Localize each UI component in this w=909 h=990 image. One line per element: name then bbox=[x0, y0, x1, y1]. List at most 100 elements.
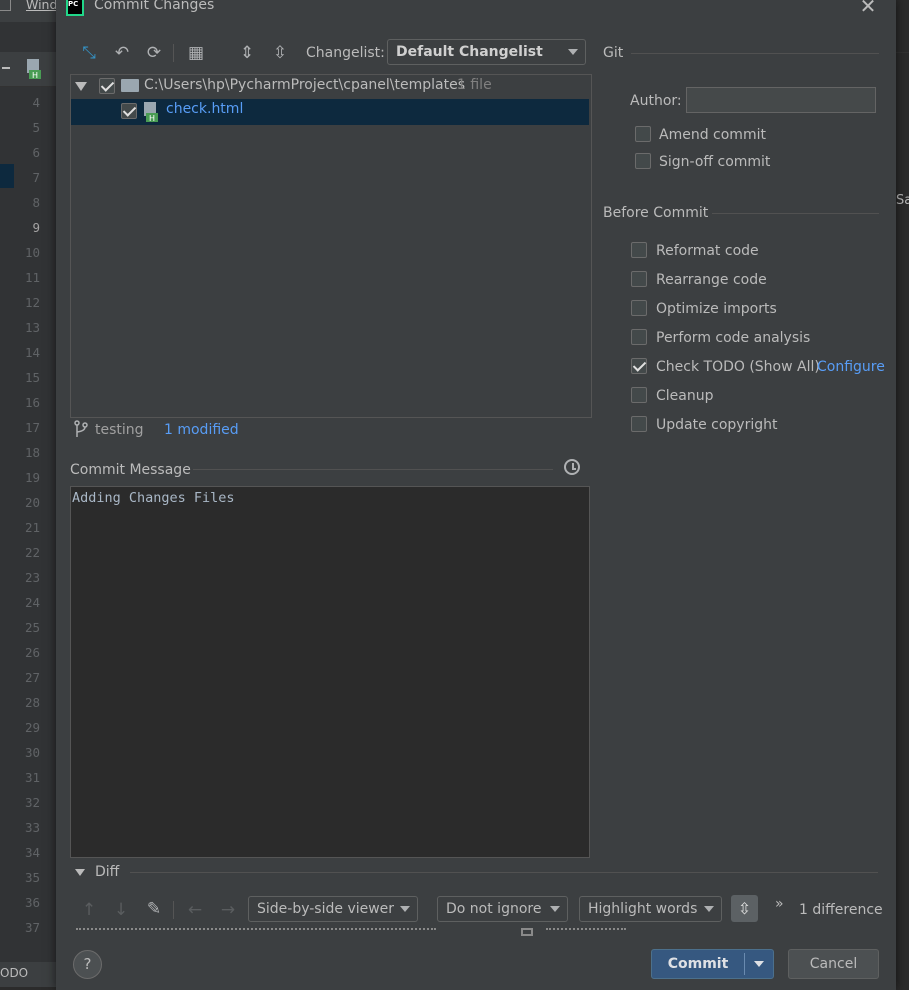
expand-arrow-icon[interactable] bbox=[75, 82, 87, 91]
changelist-dropdown[interactable]: Default Changelist bbox=[387, 39, 586, 65]
option-label[interactable]: Rearrange code bbox=[656, 272, 767, 288]
line-number: 13 bbox=[24, 320, 40, 335]
diff-content-clipped bbox=[76, 928, 876, 936]
modified-link[interactable]: 1 modified bbox=[164, 422, 239, 438]
option-checkbox[interactable] bbox=[631, 387, 647, 403]
option-label[interactable]: Optimize imports bbox=[656, 301, 777, 317]
todo-tool-tab[interactable]: ODO bbox=[0, 966, 28, 980]
line-number: 24 bbox=[24, 595, 40, 610]
previous-difference-icon[interactable]: ↑ bbox=[78, 899, 100, 921]
next-difference-icon[interactable]: ↓ bbox=[110, 899, 132, 921]
option-label[interactable]: Update copyright bbox=[656, 417, 777, 433]
group-by-icon[interactable]: ▦ bbox=[185, 42, 207, 64]
before-commit-label: Before Commit bbox=[603, 205, 709, 221]
more-actions-icon[interactable]: » bbox=[775, 896, 784, 912]
option-checkbox[interactable] bbox=[631, 271, 647, 287]
file-name: check.html bbox=[166, 101, 244, 117]
changelist-label: Changelist: bbox=[306, 45, 385, 61]
line-number: 28 bbox=[24, 695, 40, 710]
option-checkbox[interactable] bbox=[631, 242, 647, 258]
line-number: 15 bbox=[24, 370, 40, 385]
previous-file-icon[interactable]: ← bbox=[184, 899, 206, 921]
option-checkbox[interactable] bbox=[631, 329, 647, 345]
close-icon[interactable]: ✕ bbox=[858, 0, 878, 16]
file-row[interactable]: H check.html bbox=[71, 99, 589, 125]
author-input[interactable] bbox=[686, 87, 876, 113]
svg-text:H: H bbox=[149, 114, 155, 123]
file-checkbox[interactable] bbox=[121, 103, 137, 119]
root-checkbox[interactable] bbox=[99, 78, 115, 94]
collapse-unchanged-icon[interactable]: ⇳ bbox=[731, 895, 758, 922]
edit-source-icon[interactable]: ✎ bbox=[143, 898, 165, 920]
option-label[interactable]: Perform code analysis bbox=[656, 330, 810, 346]
commit-options-button[interactable] bbox=[745, 950, 773, 978]
line-number: 16 bbox=[24, 395, 40, 410]
branch-icon bbox=[74, 420, 88, 438]
line-number: 17 bbox=[24, 420, 40, 435]
line-number: 14 bbox=[24, 345, 40, 360]
chevron-down-icon bbox=[568, 49, 578, 55]
root-path: C:\Users\hp\PycharmProject\cpanel\templa… bbox=[144, 77, 465, 93]
html-file-icon: H bbox=[143, 101, 161, 123]
line-number: 20 bbox=[24, 495, 40, 510]
next-file-icon[interactable]: → bbox=[217, 899, 239, 921]
option-checkbox[interactable] bbox=[631, 416, 647, 432]
option-label[interactable]: Reformat code bbox=[656, 243, 759, 259]
line-number: 29 bbox=[24, 720, 40, 735]
signoff-commit-label[interactable]: Sign-off commit bbox=[659, 154, 770, 170]
line-number: 31 bbox=[24, 770, 40, 785]
line-number: 18 bbox=[24, 445, 40, 460]
history-icon[interactable] bbox=[564, 459, 580, 475]
option-checkbox[interactable] bbox=[631, 358, 647, 374]
line-number: 30 bbox=[24, 745, 40, 760]
option-checkbox[interactable] bbox=[631, 300, 647, 316]
commit-message-editor[interactable]: Adding Changes Files bbox=[70, 486, 590, 858]
line-number: 9 bbox=[32, 220, 40, 235]
rollback-icon[interactable]: ↶ bbox=[111, 42, 133, 64]
signoff-commit-checkbox[interactable] bbox=[635, 153, 651, 169]
chevron-down-icon bbox=[550, 906, 560, 912]
collapse-all-icon[interactable]: ⇳ bbox=[269, 42, 291, 64]
line-number: 34 bbox=[24, 845, 40, 860]
expand-all-icon[interactable]: ⇕ bbox=[236, 42, 258, 64]
line-number: 23 bbox=[24, 570, 40, 585]
line-number: 7 bbox=[32, 170, 40, 185]
ignore-value: Do not ignore bbox=[446, 901, 542, 917]
line-number: 37 bbox=[24, 920, 40, 935]
git-section-label: Git bbox=[603, 45, 624, 61]
minimize-icon[interactable] bbox=[2, 67, 10, 69]
diff-collapse-icon[interactable] bbox=[75, 869, 85, 876]
folder-icon bbox=[121, 79, 139, 92]
help-button[interactable]: ? bbox=[73, 950, 102, 979]
line-number: 4 bbox=[32, 95, 40, 110]
diff-label[interactable]: Diff bbox=[95, 864, 119, 880]
configure-link[interactable]: Configure bbox=[817, 359, 885, 375]
amend-commit-checkbox[interactable] bbox=[635, 126, 651, 142]
cancel-button[interactable]: Cancel bbox=[788, 949, 879, 979]
highlight-dropdown[interactable]: Highlight words bbox=[579, 896, 722, 922]
commit-button[interactable]: Commit bbox=[652, 950, 744, 978]
branch-name: testing bbox=[95, 422, 144, 438]
author-label: Author: bbox=[630, 93, 682, 109]
line-number: 25 bbox=[24, 620, 40, 635]
line-number: 19 bbox=[24, 470, 40, 485]
option-label[interactable]: Cleanup bbox=[656, 388, 714, 404]
option-label[interactable]: Check TODO (Show All) bbox=[656, 359, 820, 375]
root-file-count: 1 file bbox=[457, 77, 492, 93]
difference-count: 1 difference bbox=[799, 902, 883, 918]
line-number: 33 bbox=[24, 820, 40, 835]
show-diff-icon[interactable]: ⤡ bbox=[78, 42, 100, 64]
amend-commit-label[interactable]: Amend commit bbox=[659, 127, 766, 143]
line-number: 10 bbox=[24, 245, 40, 260]
menu-window[interactable]: Wind bbox=[26, 0, 56, 12]
ignore-dropdown[interactable]: Do not ignore bbox=[437, 896, 568, 922]
editor-right-area bbox=[896, 0, 909, 987]
commit-dialog: PC Commit Changes ✕ ⤡ ↶ ⟳ ▦ ⇕ ⇳ Changeli… bbox=[56, 0, 896, 990]
refresh-icon[interactable]: ⟳ bbox=[143, 42, 165, 64]
editor-divider bbox=[896, 52, 909, 53]
viewer-dropdown[interactable]: Side-by-side viewer bbox=[248, 896, 418, 922]
editor-text-fragment: Sa bbox=[896, 193, 909, 208]
tool-window-bar: ODO bbox=[0, 962, 56, 987]
html-file-icon: H bbox=[26, 58, 44, 80]
chevron-down-icon bbox=[400, 906, 410, 912]
